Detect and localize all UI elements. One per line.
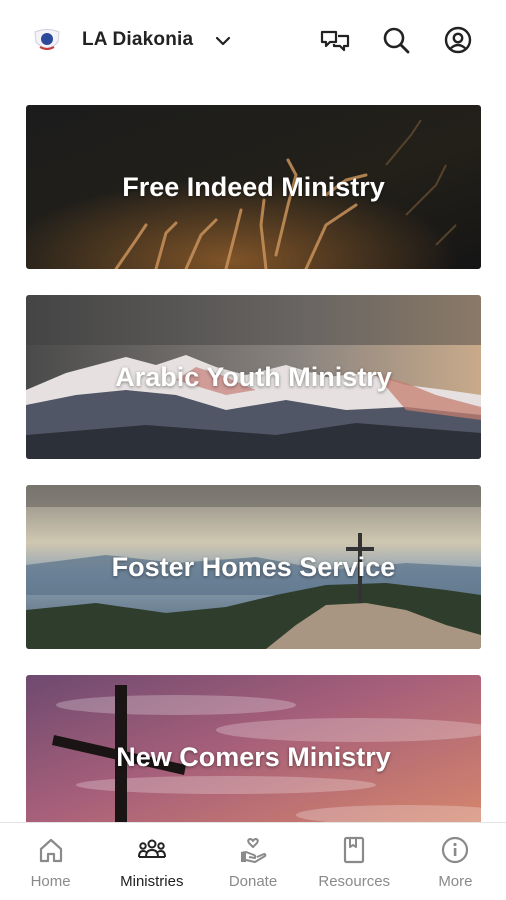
donate-icon <box>240 838 267 863</box>
nav-item-ministries[interactable]: Ministries <box>101 823 202 900</box>
home-icon <box>39 838 62 863</box>
nav-item-home[interactable]: Home <box>0 823 101 900</box>
nav-label: Donate <box>228 873 278 890</box>
profile-icon[interactable] <box>443 26 473 56</box>
chevron-down-icon[interactable] <box>214 32 232 50</box>
ministry-card[interactable]: Arabic Youth Ministry <box>26 295 481 459</box>
nav-item-more[interactable]: More <box>405 823 506 900</box>
ministry-card[interactable]: New Comers Ministry <box>26 675 481 839</box>
nav-label: More <box>438 873 473 890</box>
app-header: LA Diakonia <box>0 0 506 86</box>
card-title: Free Indeed Ministry <box>122 171 385 202</box>
nav-label: Resources <box>318 873 391 890</box>
nav-label: Ministries <box>120 873 184 890</box>
ministry-card[interactable]: Foster Homes Service <box>26 485 481 649</box>
nav-item-donate[interactable]: Donate <box>202 823 303 900</box>
logo-icon[interactable] <box>32 28 62 54</box>
search-icon[interactable] <box>381 26 411 56</box>
people-icon <box>137 839 166 858</box>
bottom-navigation: Home Ministries Donate Resources More <box>0 822 506 900</box>
ministry-card[interactable]: Free Indeed Ministry <box>26 105 481 269</box>
card-title: New Comers Ministry <box>116 741 391 772</box>
card-title: Foster Homes Service <box>111 551 396 582</box>
nav-item-resources[interactable]: Resources <box>304 823 405 900</box>
nav-label: Home <box>30 873 71 890</box>
app-title[interactable]: LA Diakonia <box>82 29 193 51</box>
card-title: Arabic Youth Ministry <box>115 361 392 392</box>
book-icon <box>344 836 365 864</box>
info-icon <box>442 836 469 864</box>
chat-icon[interactable] <box>320 26 350 56</box>
